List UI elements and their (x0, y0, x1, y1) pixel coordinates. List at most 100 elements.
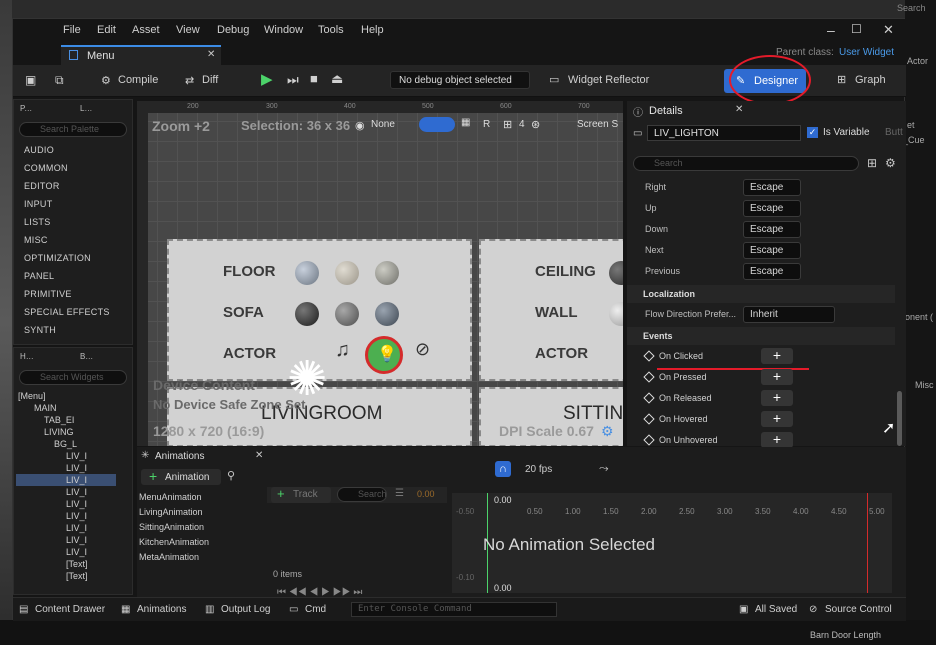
menu-file[interactable]: File (63, 24, 81, 36)
nav-next-select[interactable]: Escape (743, 242, 801, 259)
output-log-button[interactable]: Output Log (221, 604, 270, 615)
wall-material-1[interactable] (609, 302, 623, 326)
widget-reflector-button[interactable]: Widget Reflector (568, 74, 649, 86)
animation-menu[interactable]: MenuAnimation (139, 491, 202, 503)
step-icon[interactable]: ⏭ (287, 72, 299, 88)
category-lists[interactable]: LISTS (24, 216, 51, 228)
tree-item-liv-9[interactable]: LIV_I (66, 546, 87, 558)
tree-item-main[interactable]: MAIN (34, 402, 57, 414)
all-saved-button[interactable]: All Saved (755, 604, 797, 615)
animation-living[interactable]: LivingAnimation (139, 506, 203, 518)
tree-item-root[interactable]: [Menu] (18, 390, 46, 402)
track-filter-icon[interactable]: ☰ (395, 488, 404, 499)
dpi-icon[interactable]: ⊛ (531, 118, 540, 131)
add-on-released-button[interactable]: + (761, 390, 793, 406)
compile-button[interactable]: Compile (118, 74, 158, 86)
nav-down-select[interactable]: Escape (743, 221, 801, 238)
add-animation-button[interactable]: + Animation (141, 468, 221, 485)
minimize-icon[interactable]: – (827, 22, 835, 38)
diff-button[interactable]: Diff (202, 74, 218, 86)
menu-window[interactable]: Window (264, 24, 303, 36)
curve-editor-icon[interactable]: ⤳ (599, 461, 609, 476)
tree-item-liv-1[interactable]: LIV_I (66, 450, 87, 462)
details-close-icon[interactable]: ✕ (735, 104, 743, 115)
tree-item-tab[interactable]: TAB_EI (44, 414, 74, 426)
source-control-button[interactable]: Source Control (825, 604, 892, 615)
save-icon[interactable]: ▣ (25, 73, 36, 87)
hierarchy-search-input[interactable]: Search Widgets (19, 370, 127, 385)
tree-item-liv-selected[interactable]: LIV_I (16, 474, 116, 486)
parent-class-link[interactable]: User Widget (839, 47, 894, 58)
tree-item-liv-5[interactable]: LIV_I (66, 498, 87, 510)
add-on-clicked-button[interactable]: + (761, 348, 793, 364)
compile-icon[interactable]: ⚙ (101, 74, 111, 87)
tree-item-bg[interactable]: BG_L (54, 438, 77, 450)
menu-view[interactable]: View (176, 24, 200, 36)
tree-item-text-2[interactable]: [Text] (66, 570, 88, 582)
tree-item-liv-6[interactable]: LIV_I (66, 510, 87, 522)
is-variable-checkbox[interactable]: ✓ (807, 127, 818, 138)
floor-material-2[interactable] (335, 261, 359, 285)
stop-icon[interactable]: ■ (310, 71, 318, 86)
widget-reflector-icon[interactable]: ▭ (549, 73, 559, 86)
category-synth[interactable]: SYNTH (24, 324, 56, 336)
details-tab[interactable]: Details (649, 105, 683, 117)
none-option[interactable]: None (371, 119, 395, 130)
nav-previous-select[interactable]: Escape (743, 263, 801, 280)
localization-section[interactable]: Localization (627, 285, 895, 303)
nav-right-select[interactable]: Escape (743, 179, 801, 196)
sofa-material-1[interactable] (295, 302, 319, 326)
property-matrix-icon[interactable]: ⊞ (867, 156, 877, 170)
graph-button[interactable]: Graph (855, 74, 886, 86)
animation-timeline[interactable]: 0.00 -0.50 0.50 1.00 1.50 2.00 2.50 3.00… (452, 493, 892, 593)
category-audio[interactable]: AUDIO (24, 144, 54, 156)
debug-object-select[interactable]: No debug object selected (390, 71, 530, 89)
category-common[interactable]: COMMON (24, 162, 68, 174)
light-on-icon[interactable]: 💡 (365, 336, 403, 374)
bind-widgets-tab[interactable]: B... (80, 352, 93, 361)
palette-search-input[interactable]: Search Palette (19, 122, 127, 137)
animation-kitchen[interactable]: KitchenAnimation (139, 536, 209, 548)
content-drawer-button[interactable]: Content Drawer (35, 604, 105, 615)
hierarchy-tab[interactable]: H... (20, 352, 34, 361)
snap-toggle-icon[interactable]: ∩ (495, 461, 511, 477)
category-input[interactable]: INPUT (24, 198, 53, 210)
doc-tab-menu[interactable]: Menu ✕ (61, 45, 221, 65)
ceiling-material-1[interactable] (609, 261, 623, 285)
events-section[interactable]: Events (627, 327, 895, 345)
floor-material-3[interactable] (375, 261, 399, 285)
details-search-input[interactable]: Search (633, 156, 859, 171)
category-panel[interactable]: PANEL (24, 270, 54, 282)
tree-item-text-1[interactable]: [Text] (66, 558, 88, 570)
tree-item-liv-4[interactable]: LIV_I (66, 486, 87, 498)
designer-viewport[interactable]: Zoom +2 Selection: 36 x 36 ◉ None ▦ R ⊞ … (137, 101, 623, 446)
animations-tab-close-icon[interactable]: ✕ (255, 450, 263, 461)
add-on-unhovered-button[interactable]: + (761, 432, 793, 448)
music-off-icon[interactable]: ♫ (335, 339, 350, 362)
eject-icon[interactable]: ⏏ (331, 71, 343, 87)
flow-direction-select[interactable]: Inherit (743, 306, 835, 323)
grid-snap-value[interactable]: 4 (519, 119, 525, 130)
grid-snap-icon[interactable]: ⊞ (503, 118, 512, 131)
animation-meta[interactable]: MetaAnimation (139, 551, 199, 563)
tree-item-liv-8[interactable]: LIV_I (66, 534, 87, 546)
tree-item-living[interactable]: LIVING (44, 426, 74, 438)
category-misc[interactable]: MISC (24, 234, 48, 246)
add-on-pressed-button[interactable]: + (761, 369, 793, 385)
respect-locks-icon[interactable]: ▦ (461, 117, 470, 128)
nav-up-select[interactable]: Escape (743, 200, 801, 217)
sofa-material-3[interactable] (375, 302, 399, 326)
doc-tab-close-icon[interactable]: ✕ (207, 49, 215, 60)
track-time-value[interactable]: 0.00 (417, 489, 435, 499)
animation-sitting[interactable]: SittingAnimation (139, 521, 204, 533)
light-off-icon[interactable]: ⊘ (415, 339, 430, 360)
category-primitive[interactable]: PRIMITIVE (24, 288, 72, 300)
localization-icon[interactable]: ◉ (355, 119, 365, 132)
animations-tab[interactable]: Animations (155, 451, 204, 462)
floor-material-1[interactable] (295, 261, 319, 285)
category-special-effects[interactable]: SPECIAL EFFECTS (24, 306, 110, 318)
palette-tab[interactable]: P... (20, 104, 32, 113)
add-track-button[interactable]: + Track (271, 486, 331, 503)
menu-asset[interactable]: Asset (132, 24, 160, 36)
console-command-input[interactable]: Enter Console Command (351, 602, 557, 617)
